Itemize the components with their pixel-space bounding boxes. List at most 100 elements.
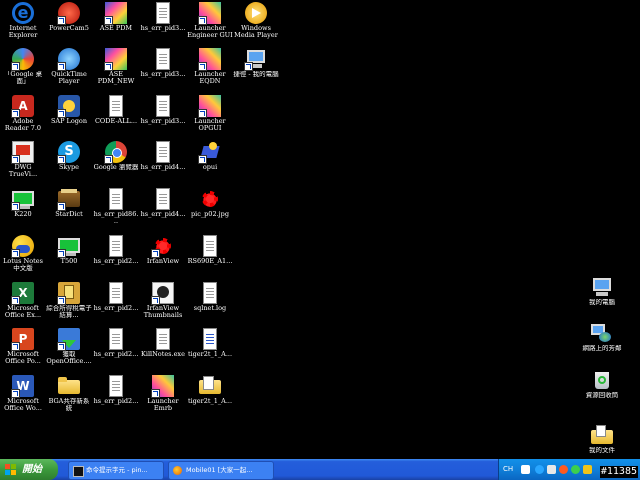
desktop-icon[interactable]: 資源回收筒 (579, 369, 625, 417)
desktop-icon[interactable]: QuickTime Player (46, 48, 92, 96)
desktop-icon[interactable]: CODE-ALL... (93, 95, 139, 143)
desktop-icon[interactable]: Launcher OPGUI (187, 95, 233, 143)
desktop-icon[interactable]: tiger2t_1_A... (187, 328, 233, 376)
launcher-icon (198, 48, 221, 71)
desktop-icon[interactable]: IrfanView Thumbnails (140, 282, 186, 330)
skype-icon: S (57, 141, 80, 164)
monitor-icon[interactable] (547, 465, 556, 474)
desktop-icon[interactable]: opui (187, 141, 233, 189)
desktop-icon-label: hs_err_pid3... (140, 71, 186, 78)
desktop-icon[interactable]: W Microsoft Office Wo... (0, 375, 46, 423)
shortcut-arrow-icon (57, 202, 66, 211)
desktop-icon[interactable]: 捷徑 - 我的電腦 (233, 48, 279, 96)
google-desktop-icon (11, 48, 34, 71)
desktop-icon[interactable]: 獲取 OpenOffice.... (46, 328, 92, 376)
shortcut-arrow-icon (11, 202, 20, 211)
desktop-icon-label: hs_err_pid2... (93, 305, 139, 312)
desktop-icon[interactable]: pic_p02.jpg (187, 188, 233, 236)
desktop-icon[interactable]: KillNotes.exe (140, 328, 186, 376)
shortcut-arrow-icon (244, 62, 253, 71)
desktop-icon[interactable]: Lotus Notes 中文版 (0, 235, 46, 283)
shortcut-arrow-icon (11, 296, 20, 305)
taskbar: 開始 命令提示字元 - pin... Mobile01 [大家一起... CH (0, 459, 640, 480)
desktop-icon[interactable]: ASE PDM_NEW (93, 48, 139, 96)
desktop-icon[interactable]: ASE PDM (93, 2, 139, 50)
volume-icon[interactable] (583, 465, 592, 474)
desktop-icon[interactable]: K220 (0, 188, 46, 236)
desktop-icon[interactable]: StarDict (46, 188, 92, 236)
watermark: #11385 (599, 466, 638, 478)
desktop-icon[interactable]: hs_err_pid4... (140, 141, 186, 189)
desktop-icon[interactable]: Windows Media Player (233, 2, 279, 50)
launcher-icon (198, 95, 221, 118)
network-icon[interactable] (535, 465, 544, 474)
shortcut-arrow-icon (104, 16, 113, 25)
desktop-icon[interactable]: BGA共存新系統 (46, 375, 92, 423)
desktop-icon[interactable]: 「Google 桌面」 (0, 48, 46, 96)
lotus-notes-icon (11, 235, 34, 258)
desktop-icon[interactable]: e Internet Explorer (0, 2, 46, 50)
desktop-icon-label: 捷徑 - 我的電腦 (233, 71, 279, 78)
desktop-icon[interactable]: A Adobe Reader 7.0 (0, 95, 46, 143)
desktop-icon[interactable]: PowerCam5 (46, 2, 92, 50)
desktop-icon-label: CODE-ALL... (94, 118, 138, 125)
ase-pdm-icon (104, 2, 127, 25)
desktop-icon[interactable]: hs_err_pid86... (93, 188, 139, 236)
desktop-icon[interactable]: Google 瀏覽器 (93, 141, 139, 189)
my-computer-shortcut-icon (244, 48, 267, 71)
document-icon (152, 48, 174, 70)
desktop-icon[interactable]: P Microsoft Office Po... (0, 328, 46, 376)
desktop-icon[interactable]: hs_err_pid3... (140, 48, 186, 96)
desktop[interactable]: e Internet Explorer PowerCam5 ASE PDM hs_err… (0, 0, 640, 459)
desktop-icon[interactable]: hs_err_pid2... (93, 235, 139, 283)
shortcut-arrow-icon (57, 342, 66, 351)
shortcut-arrow-icon (198, 62, 207, 71)
desktop-icon[interactable]: Launcher EQDN (187, 48, 233, 96)
my-computer-icon (591, 276, 613, 298)
desktop-icon[interactable]: IrfanView (140, 235, 186, 283)
task-label: 命令提示字元 - pin... (86, 466, 148, 474)
desktop-icon[interactable]: sqlnet.log (187, 282, 233, 330)
text-file-icon (199, 328, 221, 350)
desktop-icon[interactable]: hs_err_pid2... (93, 282, 139, 330)
desktop-icon[interactable]: 綜合所得稅電子結算... (46, 282, 92, 330)
desktop-icon-label: tiger2t_1_A... (187, 351, 233, 358)
launcher-icon (198, 2, 221, 25)
help-icon[interactable] (521, 465, 530, 474)
k220-icon (11, 188, 34, 211)
security-icon[interactable] (559, 465, 568, 474)
desktop-icon[interactable]: tiger2t_1_A... (187, 375, 233, 423)
taskbar-button-command-prompt[interactable]: 命令提示字元 - pin... (68, 461, 164, 480)
taskbar-button-firefox[interactable]: Mobile01 [大家一起... (168, 461, 274, 480)
desktop-icon[interactable]: Launcher Emrb (140, 375, 186, 423)
language-indicator[interactable]: CH (503, 459, 513, 480)
desktop-icon-label: Launcher Engineer GUI (187, 25, 233, 39)
desktop-icon[interactable]: S Skype (46, 141, 92, 189)
tax-filing-icon (57, 282, 80, 305)
desktop-icon[interactable]: SAP Logon (46, 95, 92, 143)
desktop-icon[interactable]: hs_err_pid3... (140, 2, 186, 50)
desktop-icon[interactable]: hs_err_pid2... (93, 375, 139, 423)
desktop-icon[interactable]: hs_err_pid3... (140, 95, 186, 143)
desktop-icon[interactable]: RS690E_A1... (187, 235, 233, 283)
desktop-icon-label: hs_err_pid3... (140, 25, 186, 32)
desktop-icon-label: ASE PDM (99, 25, 133, 32)
desktop-icon-label: sqlnet.log (193, 305, 227, 312)
desktop-icon-label: Google 瀏覽器 (93, 164, 139, 171)
desktop-icon[interactable]: X Microsoft Office Ex... (0, 282, 46, 330)
status-icon[interactable] (571, 465, 580, 474)
desktop-icon-label: hs_err_pid2... (93, 398, 139, 405)
shortcut-arrow-icon (151, 389, 160, 398)
stardict-icon (57, 188, 80, 211)
irfanview-thumbnails-icon (151, 282, 174, 305)
start-button[interactable]: 開始 (0, 459, 58, 480)
powercam-icon (57, 2, 80, 25)
desktop-icon[interactable]: 網路上的芳鄰 (579, 322, 625, 370)
desktop-icon[interactable]: 我的電腦 (579, 276, 625, 324)
desktop-icon[interactable]: T500 (46, 235, 92, 283)
desktop-icon[interactable]: DWG TrueVi... (0, 141, 46, 189)
desktop-icon[interactable]: hs_err_pid2... (93, 328, 139, 376)
desktop-icon[interactable]: Launcher Engineer GUI (187, 2, 233, 50)
desktop-icon[interactable]: 我的文件 (579, 424, 625, 459)
desktop-icon[interactable]: hs_err_pid4... (140, 188, 186, 236)
